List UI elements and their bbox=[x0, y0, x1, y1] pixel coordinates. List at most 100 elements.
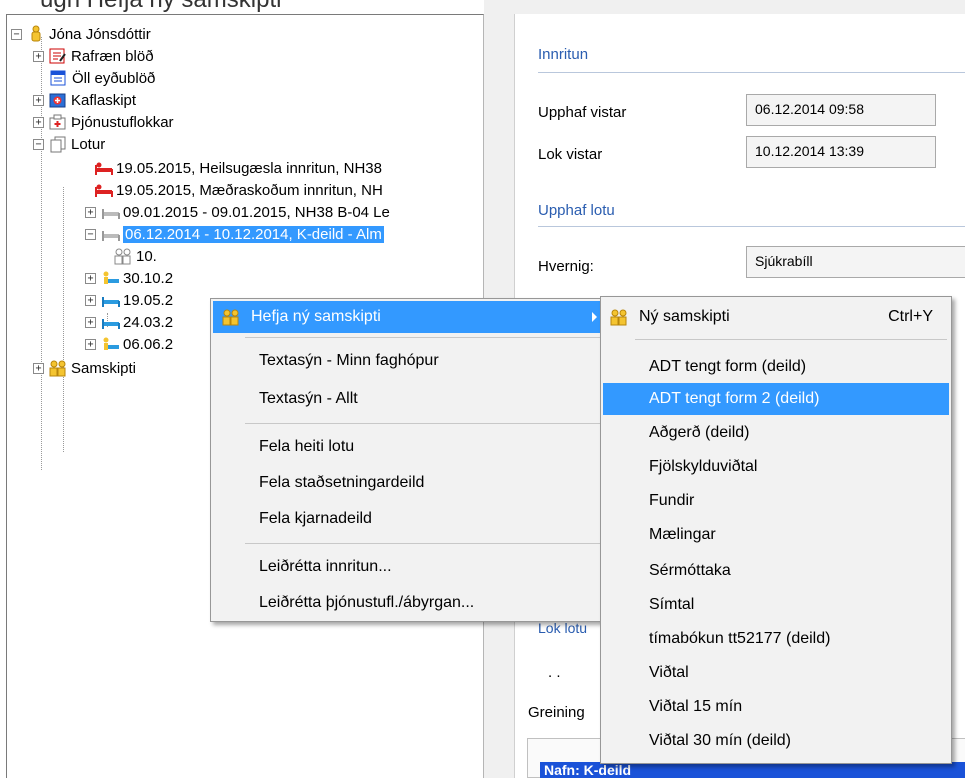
people-yellow-icon bbox=[221, 308, 241, 326]
samskipti-child-item[interactable]: 10. bbox=[113, 245, 157, 267]
submenu-item[interactable]: ADT tengt form (deild) bbox=[603, 351, 949, 383]
expand-toggle[interactable]: + bbox=[33, 362, 44, 374]
lota-item[interactable]: + 19.05.2 bbox=[85, 289, 173, 311]
tree-item-lotur[interactable]: − Lotur bbox=[33, 133, 105, 155]
field-hvernig[interactable]: Sjúkrabíll bbox=[746, 246, 965, 278]
selected-row-bar[interactable]: Nafn: K-deild bbox=[540, 762, 965, 778]
submenu-item-ny-samskipti[interactable]: Ný samskipti Ctrl+Y bbox=[603, 301, 949, 333]
menu-item-label: Aðgerð (deild) bbox=[649, 424, 750, 441]
lota-item[interactable]: + 09.01.2015 - 09.01.2015, NH38 B-04 Le bbox=[85, 201, 390, 223]
menu-item-hefja-ny-samskipti[interactable]: Hefja ný samskipti bbox=[213, 301, 607, 333]
submenu-item[interactable]: Sérmóttaka bbox=[603, 555, 949, 587]
expand-toggle[interactable]: + bbox=[85, 294, 96, 306]
menu-item-label: Ný samskipti bbox=[639, 308, 730, 325]
menu-item-leidretta-thjonustufl[interactable]: Leiðrétta þjónustufl./ábyrgan... bbox=[213, 587, 607, 619]
submenu-item[interactable]: Viðtal bbox=[603, 657, 949, 689]
collapse-toggle[interactable]: − bbox=[85, 228, 96, 240]
menu-item-leidretta-innritun[interactable]: Leiðrétta innritun... bbox=[213, 551, 607, 583]
section-divider bbox=[538, 226, 965, 227]
lota-label: 06.12.2014 - 10.12.2014, K-deild - Alm bbox=[123, 225, 384, 243]
menu-item-label: Fela heiti lotu bbox=[259, 438, 355, 455]
section-title-lok-lotu: Lok lotu bbox=[538, 620, 588, 636]
submenu-item[interactable]: Viðtal 30 mín (deild) bbox=[603, 725, 949, 757]
lota-item[interactable]: 19.05.2015, Mæðraskoðum innritun, NH bbox=[93, 179, 383, 201]
menu-item-textasyn-minn[interactable]: Textasýn - Minn faghópur bbox=[213, 345, 607, 377]
lota-item-selected[interactable]: − 06.12.2014 - 10.12.2014, K-deild - Alm bbox=[85, 223, 384, 245]
menu-item-fela-heiti-lotu[interactable]: Fela heiti lotu bbox=[213, 431, 607, 463]
person-icon bbox=[26, 25, 46, 43]
menu-separator bbox=[245, 337, 605, 338]
lota-item[interactable]: + 30.10.2 bbox=[85, 267, 173, 289]
lota-item[interactable]: 19.05.2015, Heilsugæsla innritun, NH38 bbox=[93, 157, 382, 179]
expand-toggle[interactable]: + bbox=[33, 94, 44, 106]
lota-label: 19.05.2 bbox=[123, 291, 174, 309]
lota-label: 19.05.2015, Heilsugæsla innritun, NH38 bbox=[116, 159, 382, 177]
menu-item-label: Símtal bbox=[649, 596, 695, 613]
tree-item-patient[interactable]: − Jóna Jónsdóttir bbox=[11, 23, 151, 45]
menu-item-textasyn-allt[interactable]: Textasýn - Allt bbox=[213, 383, 607, 415]
menu-item-label: ADT tengt form (deild) bbox=[649, 358, 807, 375]
lota-label: 24.03.2 bbox=[123, 313, 174, 331]
submenu-item[interactable]: Mælingar bbox=[603, 519, 949, 551]
menu-item-fela-stadsetningardeild[interactable]: Fela staðsetningardeild bbox=[213, 467, 607, 499]
expand-toggle[interactable]: + bbox=[85, 316, 96, 328]
expand-toggle[interactable]: + bbox=[85, 206, 96, 218]
submenu-item[interactable]: tímabókun tt52177 (deild) bbox=[603, 623, 949, 655]
yellow-person-bed-icon bbox=[100, 269, 120, 287]
tree-item-label: Kaflaskipt bbox=[71, 91, 137, 109]
lota-label: 19.05.2015, Mæðraskoðum innritun, NH bbox=[116, 181, 383, 199]
medical-case-icon bbox=[48, 113, 68, 131]
documents-stack-icon bbox=[48, 135, 68, 153]
collapse-toggle[interactable]: − bbox=[11, 28, 22, 40]
menu-item-fela-kjarnadeild[interactable]: Fela kjarnadeild bbox=[213, 503, 607, 535]
people-grey-icon bbox=[113, 247, 133, 265]
lota-item[interactable]: + 24.03.2 bbox=[85, 311, 173, 333]
menu-item-label: Mælingar bbox=[649, 526, 716, 543]
submenu-item[interactable]: Aðgerð (deild) bbox=[603, 417, 949, 449]
menu-item-label: Leiðrétta þjónustufl./ábyrgan... bbox=[259, 594, 475, 611]
lota-item[interactable]: + 06.06.2 bbox=[85, 333, 173, 355]
expand-toggle[interactable]: + bbox=[33, 50, 44, 62]
section-title-upphaf-lotu: Upphaf lotu bbox=[538, 202, 615, 219]
section-title-innritun: Innritun bbox=[538, 46, 589, 63]
blue-bed-icon bbox=[100, 313, 120, 331]
submenu-item[interactable]: Fjölskylduviðtal bbox=[603, 451, 949, 483]
expand-toggle[interactable]: + bbox=[85, 338, 96, 350]
form-blue-icon bbox=[49, 69, 69, 87]
top-strip-text: ugn Hefja ný samskipti bbox=[40, 0, 281, 14]
people-yellow-icon bbox=[609, 308, 629, 326]
tree-item-label: Öll eyðublöð bbox=[72, 69, 156, 87]
submenu: Ný samskipti Ctrl+Y ADT tengt form (deil… bbox=[600, 296, 952, 764]
red-bed-icon bbox=[93, 159, 113, 177]
submenu-item-selected[interactable]: ADT tengt form 2 (deild) bbox=[603, 383, 949, 415]
lota-label: 30.10.2 bbox=[123, 269, 174, 287]
label-hvernig: Hvernig: bbox=[538, 258, 594, 275]
submenu-item[interactable]: Viðtal 15 mín bbox=[603, 691, 949, 723]
lota-label: 09.01.2015 - 09.01.2015, NH38 B-04 Le bbox=[123, 203, 390, 221]
menu-item-label: Sérmóttaka bbox=[649, 562, 731, 579]
tree-item-rafraen-blod[interactable]: + Rafræn blöð bbox=[33, 45, 154, 67]
menu-item-label: ADT tengt form 2 (deild) bbox=[649, 390, 820, 407]
tree-item-label: Rafræn blöð bbox=[71, 47, 154, 65]
menu-item-label: Fundir bbox=[649, 492, 695, 509]
tree-item-samskipti[interactable]: + Samskipti bbox=[33, 357, 136, 379]
submenu-item[interactable]: Fundir bbox=[603, 485, 949, 517]
field-lok-vistar[interactable]: 10.12.2014 13:39 bbox=[746, 136, 936, 168]
bottom-bar-text: Nafn: K-deild bbox=[544, 762, 632, 778]
tree-item-kaflaskipt[interactable]: + Kaflaskipt bbox=[33, 89, 136, 111]
tree-item-label: Lotur bbox=[71, 135, 106, 153]
menu-item-label: Textasýn - Allt bbox=[259, 390, 358, 407]
tree-line bbox=[63, 187, 64, 452]
expand-toggle[interactable]: + bbox=[85, 272, 96, 284]
tree-item-oll-eydublod[interactable]: Öll eyðublöð bbox=[49, 67, 155, 89]
collapse-toggle[interactable]: − bbox=[33, 138, 44, 150]
grey-bed-icon bbox=[100, 225, 120, 243]
menu-item-label: tímabókun tt52177 (deild) bbox=[649, 630, 831, 647]
submenu-item[interactable]: Símtal bbox=[603, 589, 949, 621]
field-upphaf-vistar[interactable]: 06.12.2014 09:58 bbox=[746, 94, 936, 126]
tree-item-thjonustuflokkar[interactable]: + Þjónustuflokkar bbox=[33, 111, 174, 133]
expand-toggle[interactable]: + bbox=[33, 116, 44, 128]
label-upphaf-vistar: Upphaf vistar bbox=[538, 104, 627, 121]
label-greining: Greining bbox=[528, 704, 585, 721]
submenu-arrow-icon bbox=[592, 312, 597, 322]
